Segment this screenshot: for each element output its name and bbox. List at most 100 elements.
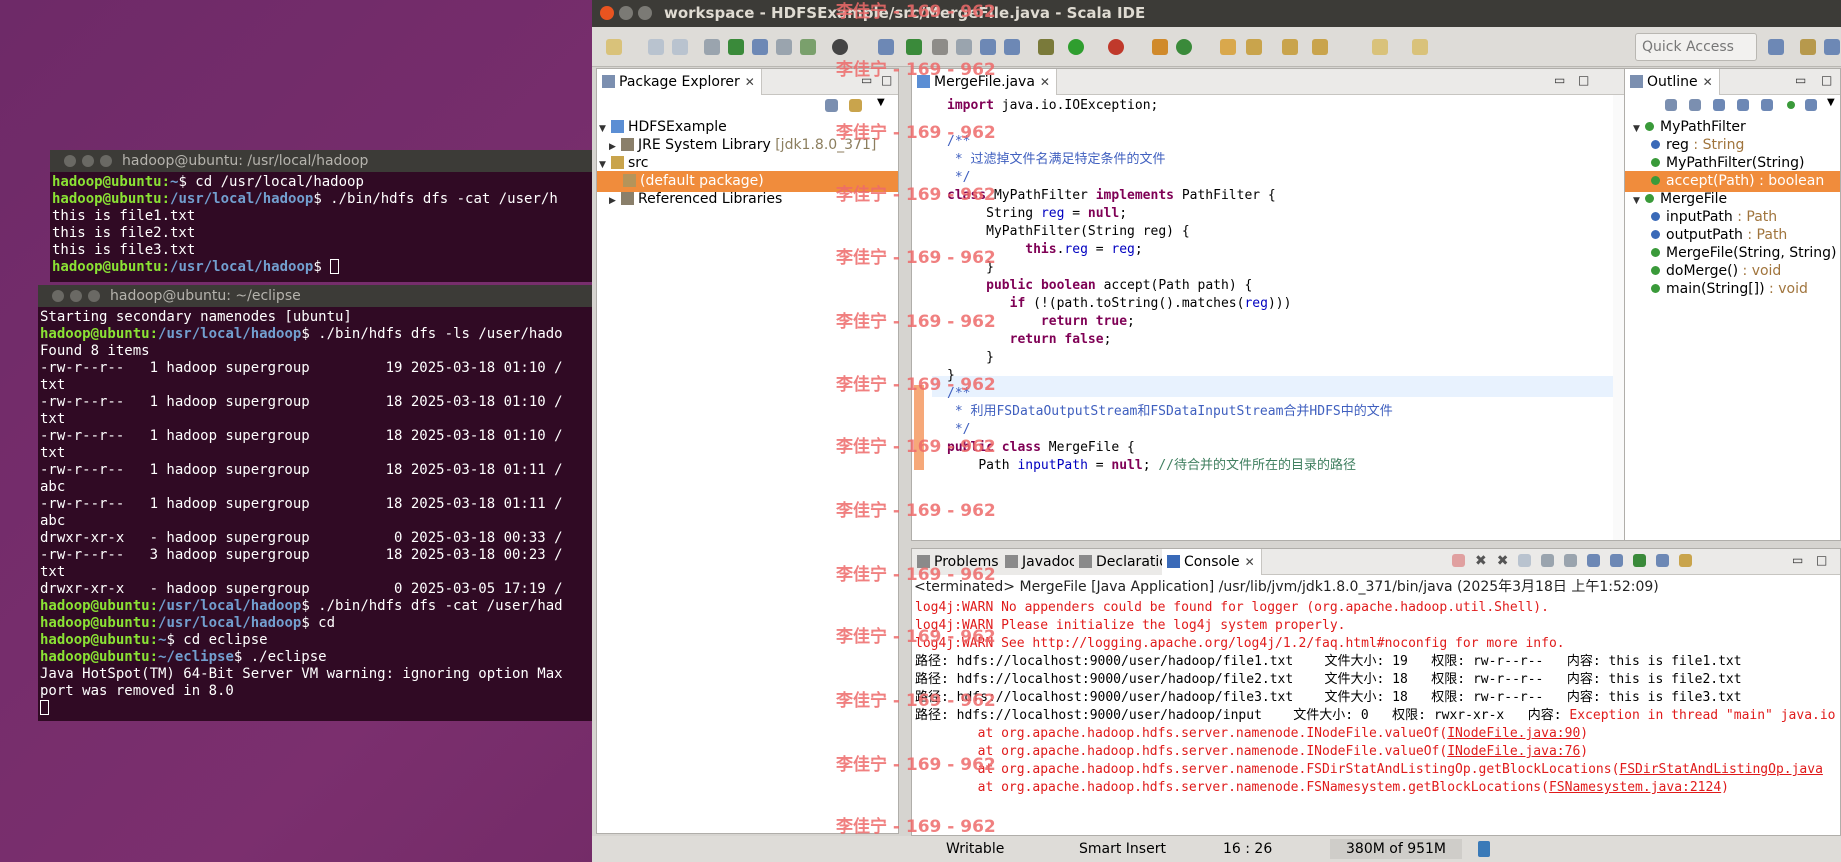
user-icon[interactable] [832,39,848,55]
maximize-icon[interactable]: □ [1821,73,1832,87]
save-icon[interactable] [648,39,664,55]
terminate-icon[interactable] [1452,554,1465,567]
save-all-icon[interactable] [672,39,688,55]
terminal-title-bar[interactable]: hadoop@ubuntu: ~/eclipse [38,285,595,307]
task-icon[interactable] [776,39,792,55]
green-dot-icon[interactable] [1787,101,1795,109]
new-icon[interactable] [606,39,622,55]
quick-access-input[interactable]: Quick Access [1635,33,1757,61]
show-stderr-icon[interactable] [1610,554,1624,567]
alpha-sort-icon[interactable] [1689,99,1701,111]
display-console-icon[interactable] [1656,554,1670,567]
close-icon[interactable] [64,155,76,167]
hide-nonpublic-icon[interactable] [1761,99,1773,111]
terminal-output[interactable]: Starting secondary namenodes [ubuntu] had… [38,307,595,717]
annotation-icon[interactable] [1282,39,1298,55]
outline-member-icon [1651,158,1660,167]
minimize-icon[interactable]: ▭ [1795,73,1806,87]
search-icon[interactable] [800,39,816,55]
show-stdout-icon[interactable] [1587,554,1601,567]
terminal-window-hadoop[interactable]: hadoop@ubuntu: /usr/local/hadoop hadoop@… [50,150,595,282]
stack-trace-link[interactable]: INodeFile.java:90 [1447,726,1580,741]
hide-local-icon[interactable] [1805,99,1817,111]
heap-status[interactable]: 380M of 951M [1330,839,1462,859]
forward-icon[interactable] [1412,39,1428,55]
remove-all-icon[interactable]: ✖ [1497,554,1509,568]
maximize-icon[interactable]: □ [1816,553,1827,567]
remove-launch-icon[interactable]: ✖ [1475,554,1487,568]
console-icon[interactable] [728,39,744,55]
stack-trace-link[interactable]: FSNamesystem.java:2124 [1549,780,1721,795]
terminal-window-eclipse[interactable]: hadoop@ubuntu: ~/eclipse Starting second… [38,285,595,721]
minimize-icon[interactable] [82,155,94,167]
toggle-icon[interactable] [704,39,720,55]
tab-console[interactable]: Console ✕ [1162,549,1262,575]
maximize-icon[interactable] [638,6,652,20]
tree-item-referenced-libraries[interactable]: ▶ Referenced Libraries [597,189,782,210]
close-icon[interactable]: ✕ [1040,75,1050,89]
minimize-icon[interactable]: ▭ [1792,553,1803,567]
terminal-title-bar[interactable]: hadoop@ubuntu: /usr/local/hadoop [50,150,595,172]
highlight-icon[interactable] [932,39,948,55]
word-wrap-icon[interactable] [1564,554,1578,567]
pin-icon[interactable] [878,39,894,55]
maximize-icon[interactable] [88,290,100,302]
refresh-icon[interactable] [1176,39,1192,55]
ide-window[interactable]: workspace - HDFSExample/src/MergeFile.ja… [592,0,1841,862]
collapse-all-icon[interactable] [825,99,838,112]
close-icon[interactable] [600,6,614,20]
debug-icon[interactable] [1038,39,1054,55]
back-icon[interactable] [1372,39,1388,55]
code-token: return [1009,332,1057,347]
clear-console-icon[interactable] [1518,554,1532,567]
tab-javadoc[interactable]: Javadoc [1000,549,1083,575]
annotation2-icon[interactable] [1312,39,1328,55]
hide-fields-icon[interactable] [1713,99,1725,111]
console-line: at org.apache.hadoop.hdfs.server.namenod… [915,743,1589,761]
ide-title-bar[interactable]: workspace - HDFSExample/src/MergeFile.ja… [592,0,1841,27]
link-icon[interactable] [906,39,922,55]
javadoc-icon[interactable] [752,39,768,55]
expand-arrow-icon[interactable]: ▶ [609,191,621,212]
tab-outline[interactable]: Outline ✕ [1625,69,1720,95]
outline-member-type: : Path [1732,209,1778,225]
close-icon[interactable]: ✕ [1245,555,1255,569]
perspective2-icon[interactable] [1800,39,1816,55]
perspective3-icon[interactable] [1824,39,1840,55]
close-icon[interactable] [52,290,64,302]
nav2-icon[interactable] [980,39,996,55]
scroll-lock-icon[interactable] [1541,554,1555,567]
sort-icon[interactable] [1665,99,1677,111]
new-console-icon[interactable] [1679,554,1693,567]
close-icon[interactable]: ✕ [745,75,755,89]
edit-icon[interactable] [1246,39,1262,55]
stack-trace-link[interactable]: INodeFile.java:76 [1447,744,1580,759]
stack-trace-link[interactable]: FSDirStatAndListingOp.java [1619,762,1823,777]
outline-item[interactable]: main(String[]) : void [1625,279,1808,300]
run-icon[interactable] [1068,39,1084,55]
watermark-text: 李佳宁 - 169 - 962 [836,691,996,711]
nav3-icon[interactable] [1004,39,1020,55]
link-editor-icon[interactable] [849,99,862,112]
package-icon[interactable] [1152,39,1168,55]
pin-console-icon[interactable] [1633,554,1647,567]
terminal-output[interactable]: hadoop@ubuntu:~$ cd /usr/local/hadoop had… [50,172,595,276]
minimize-icon[interactable] [619,6,633,20]
minimize-icon[interactable]: ▭ [1554,73,1565,87]
folder-icon[interactable] [1220,39,1236,55]
nav-icon[interactable] [956,39,972,55]
stop-icon[interactable] [1108,39,1124,55]
hide-static-icon[interactable] [1737,99,1749,111]
code-token: return [1040,314,1088,329]
maximize-icon[interactable]: □ [1578,73,1589,87]
perspective-icon[interactable] [1768,39,1784,55]
tab-package-explorer[interactable]: Package Explorer ✕ [597,69,762,95]
view-menu-icon[interactable]: ▼ [877,97,885,108]
terminal-line: hadoop@ubuntu:/usr/local/hadoop$ ./bin/h… [40,326,595,343]
close-icon[interactable]: ✕ [1703,75,1713,89]
maximize-icon[interactable] [100,155,112,167]
minimize-icon[interactable] [70,290,82,302]
view-menu-icon[interactable]: ▼ [1827,97,1835,108]
terminal-title: hadoop@ubuntu: /usr/local/hadoop [122,153,369,169]
garbage-collect-icon[interactable] [1478,841,1490,857]
